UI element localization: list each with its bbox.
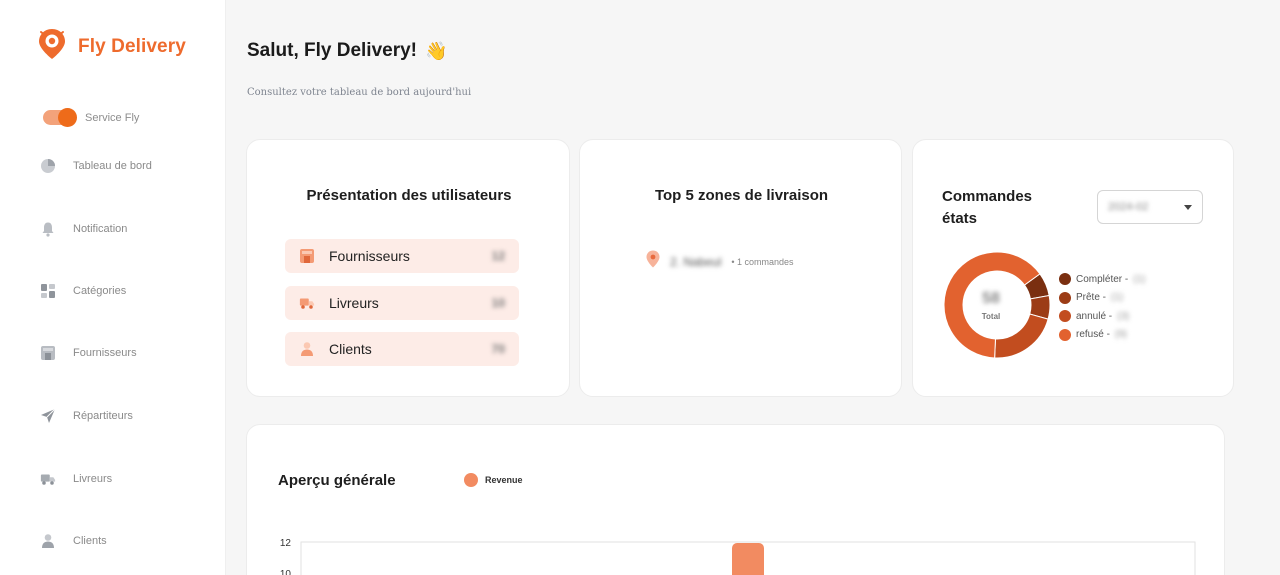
user-row-label: Livreurs — [329, 295, 379, 311]
service-toggle-row: Service Fly — [43, 108, 140, 127]
month-select[interactable]: 2024-02 — [1097, 190, 1203, 224]
zone-name: 2. Nabeul — [670, 254, 722, 269]
sidebar-item-label: Clients — [73, 535, 107, 547]
legend-value: (3) — [1117, 310, 1130, 322]
page-subtitle: Consultez votre tableau de bord aujourd'… — [247, 87, 472, 98]
sidebar-item-livreurs[interactable]: Livreurs — [40, 471, 112, 487]
y-tick-label: 10 — [280, 569, 292, 575]
sidebar-item-label: Tableau de bord — [73, 160, 152, 172]
users-overview-card: Présentation des utilisateurs Fournisseu… — [246, 139, 570, 397]
sidebar-item-label: Notification — [73, 223, 128, 235]
greeting-text: Salut, Fly Delivery! — [247, 40, 418, 61]
user-row-label: Clients — [329, 341, 372, 357]
legend-value: (1) — [1133, 273, 1146, 285]
sidebar-item-categories[interactable]: Catégories — [40, 283, 126, 299]
orders-card-title-line1: Commandes — [942, 188, 1033, 205]
brand-name: Fly Delivery — [78, 35, 186, 57]
zone-item[interactable]: 2. Nabeul • 1 commandes — [646, 250, 794, 273]
overview-card-title: Aperçu générale — [278, 472, 396, 489]
orders-card-title: Commandes états — [942, 186, 1032, 230]
legend-item-annule: annulé - (3) — [1059, 307, 1145, 326]
grid-icon — [40, 283, 56, 299]
user-row-count: 10 — [491, 296, 505, 310]
user-row-count: 70 — [491, 342, 505, 356]
legend-label: annulé - — [1076, 310, 1113, 322]
sidebar-item-repartiteurs[interactable]: Répartiteurs — [40, 408, 133, 424]
user-row-label: Fournisseurs — [329, 248, 410, 264]
user-row-count: 12 — [491, 249, 505, 263]
user-row-livreurs[interactable]: Livreurs 10 — [285, 286, 519, 320]
sidebar-item-fournisseurs[interactable]: Fournisseurs — [40, 345, 137, 361]
revenue-legend[interactable]: Revenue — [464, 473, 523, 487]
donut-total-value: 58 — [982, 290, 1000, 307]
sidebar-item-tableau-de-bord[interactable]: Tableau de bord — [40, 158, 152, 174]
legend-value: (1) — [1111, 292, 1124, 304]
legend-dot — [1059, 310, 1071, 323]
donut-total-label: Total — [981, 312, 1001, 321]
sidebar-item-notification[interactable]: Notification — [40, 221, 127, 237]
legend-item-prete: Prête - (1) — [1059, 289, 1145, 308]
truck-icon — [299, 295, 315, 311]
legend-value: (9) — [1114, 329, 1128, 341]
sidebar-item-clients[interactable]: Clients — [40, 533, 107, 549]
legend-item-refuse: refusé - (9) — [1059, 326, 1145, 345]
location-pin-logo-icon — [38, 28, 66, 65]
page-title: Salut, Fly Delivery! 👋 — [247, 40, 447, 62]
user-icon — [299, 341, 315, 357]
sidebar: Fly Delivery Service Fly Tableau de bord… — [0, 0, 226, 575]
legend-item-completer: Compléter - (1) — [1059, 270, 1145, 289]
revenue-bar-chart: 12 10 — [280, 538, 1196, 575]
user-row-clients[interactable]: Clients 70 — [285, 332, 519, 366]
brand[interactable]: Fly Delivery — [38, 28, 186, 65]
orders-status-card: Commandes états 2024-02 58 Total Complét… — [912, 139, 1234, 397]
user-row-fournisseurs[interactable]: Fournisseurs 12 — [285, 239, 519, 273]
revenue-legend-label: Revenue — [485, 475, 523, 485]
revenue-bar — [732, 543, 764, 575]
sidebar-item-label: Livreurs — [73, 473, 113, 485]
top-zones-card: Top 5 zones de livraison 2. Nabeul • 1 c… — [579, 139, 902, 397]
service-toggle[interactable] — [43, 108, 77, 127]
orders-card-title-line2: états — [942, 210, 978, 227]
pie-chart-icon — [40, 158, 56, 174]
general-overview-card: Aperçu générale Revenue 12 10 — [246, 424, 1225, 575]
store-icon — [40, 345, 56, 361]
month-select-value: 2024-02 — [1108, 201, 1149, 213]
truck-icon — [40, 471, 56, 487]
paper-plane-icon — [40, 408, 56, 424]
user-icon — [40, 533, 56, 549]
legend-dot — [1059, 273, 1071, 286]
revenue-legend-dot — [464, 473, 478, 487]
sidebar-item-label: Fournisseurs — [73, 347, 137, 359]
legend-label: Compléter - — [1076, 273, 1129, 285]
location-pin-icon — [646, 250, 660, 273]
wave-icon: 👋 — [425, 40, 448, 61]
chevron-down-icon — [1184, 204, 1192, 210]
store-icon — [299, 248, 315, 264]
zones-card-title: Top 5 zones de livraison — [654, 187, 829, 204]
sidebar-item-label: Catégories — [73, 285, 127, 297]
service-toggle-label: Service Fly — [85, 111, 140, 124]
legend-dot — [1059, 291, 1071, 304]
sidebar-item-label: Répartiteurs — [73, 410, 133, 422]
bell-icon — [40, 221, 56, 237]
orders-legend: Compléter - (1) Prête - (1) annulé - (3)… — [1059, 270, 1145, 344]
y-tick-label: 12 — [280, 538, 292, 549]
legend-dot — [1059, 328, 1071, 341]
zone-count: • 1 commandes — [731, 256, 794, 267]
legend-label: Prête - — [1076, 292, 1107, 304]
legend-label: refusé - — [1076, 329, 1110, 341]
users-card-title: Présentation des utilisateurs — [306, 187, 512, 204]
